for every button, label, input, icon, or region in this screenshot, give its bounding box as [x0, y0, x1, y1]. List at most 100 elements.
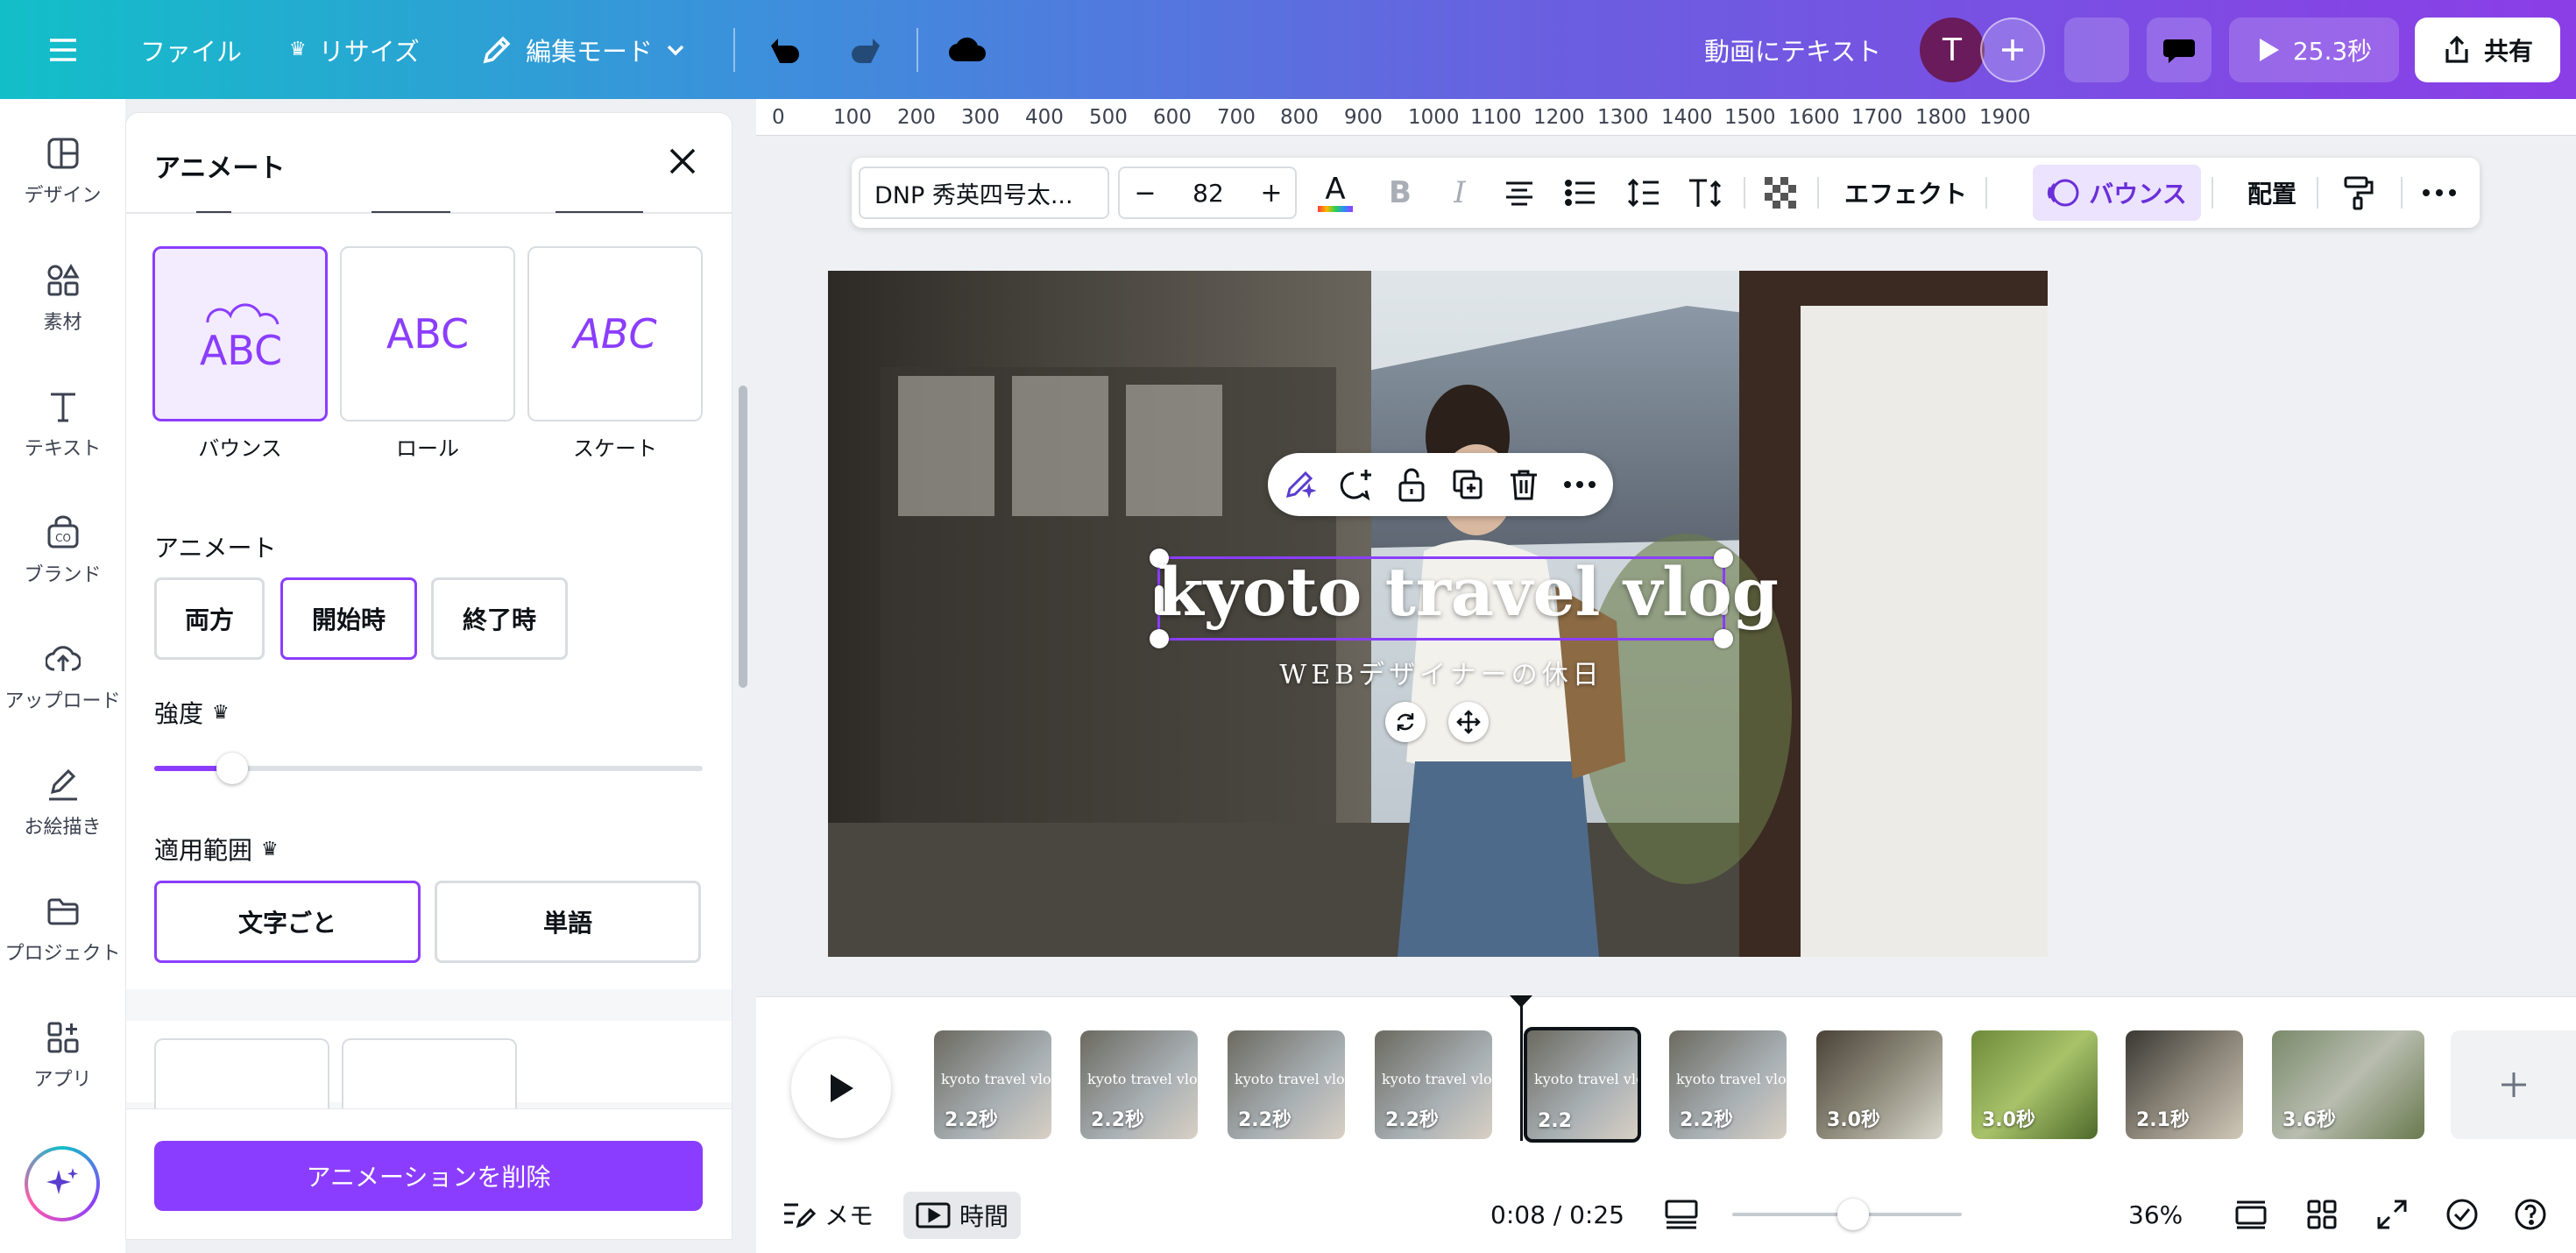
- delete-button[interactable]: [1503, 464, 1545, 506]
- fullscreen-button[interactable]: [2377, 1176, 2407, 1253]
- magic-assistant-button[interactable]: [25, 1146, 100, 1221]
- rail-item-apps[interactable]: アプリ: [0, 1020, 125, 1125]
- rail-item-elements[interactable]: 素材: [0, 263, 125, 368]
- animate-enter-button[interactable]: 開始時: [280, 577, 417, 660]
- zoom-slider[interactable]: [1732, 1199, 1962, 1230]
- page-view-toggle[interactable]: [1665, 1176, 1698, 1253]
- timeline-clip[interactable]: kyoto travel vlog 2.2秒: [1228, 1030, 1345, 1139]
- rail-label: ブランド: [24, 564, 102, 586]
- resize-menu[interactable]: ♛ リサイズ: [289, 0, 420, 99]
- canvas-subtitle-text[interactable]: WEBデザイナーの休日: [1157, 653, 1725, 691]
- scope-per-word-button[interactable]: 単語: [435, 881, 701, 963]
- rail-item-draw[interactable]: お絵描き: [0, 768, 125, 873]
- grid-view-button[interactable]: [2307, 1176, 2337, 1253]
- ruler-tick: 800: [1280, 106, 1319, 129]
- timing-button[interactable]: 時間: [903, 1192, 1022, 1239]
- pages-view-button[interactable]: [2235, 1176, 2267, 1253]
- font-family-select[interactable]: DNP 秀英四号太...: [859, 166, 1109, 219]
- redo-button[interactable]: [839, 18, 892, 82]
- comments-button[interactable]: [2147, 18, 2212, 82]
- spacing-button[interactable]: [1617, 158, 1670, 228]
- transparency-button[interactable]: [1754, 158, 1807, 228]
- style-card-roll[interactable]: ABC: [340, 246, 515, 421]
- timeline-clip[interactable]: 3.0秒: [1971, 1030, 2098, 1139]
- rail-label: デザイン: [24, 185, 102, 207]
- rail-item-brand[interactable]: CO ブランド: [0, 515, 125, 620]
- more-options-button[interactable]: [2413, 158, 2466, 228]
- close-panel-button[interactable]: [661, 139, 704, 183]
- timeline-clip[interactable]: kyoto travel vlog 2.2秒: [1375, 1030, 1492, 1139]
- text-color-button[interactable]: A: [1307, 158, 1363, 228]
- lock-button[interactable]: [1391, 464, 1433, 506]
- text-size-button[interactable]: [1679, 158, 1731, 228]
- notes-button[interactable]: メモ: [782, 1176, 874, 1253]
- timeline-clip[interactable]: 2.1秒: [2126, 1030, 2243, 1139]
- position-button[interactable]: 配置: [2224, 158, 2320, 228]
- style-card-bounce[interactable]: ABC: [152, 246, 328, 421]
- align-button[interactable]: [1493, 158, 1546, 228]
- elements-icon: [47, 264, 80, 296]
- slider-thumb[interactable]: [216, 753, 248, 784]
- duplicate-button[interactable]: [1447, 464, 1489, 506]
- timeline-clip[interactable]: 3.6秒: [2272, 1030, 2424, 1139]
- clip-duration: 2.2秒: [945, 1109, 998, 1131]
- italic-button[interactable]: I: [1433, 158, 1486, 228]
- add-comment-button[interactable]: [1334, 464, 1376, 506]
- zoom-level[interactable]: 36%: [2128, 1176, 2183, 1253]
- rail-item-text[interactable]: テキスト: [0, 389, 125, 494]
- remove-animation-button[interactable]: アニメーションを削除: [154, 1141, 703, 1211]
- panel-scrollbar-thumb[interactable]: [739, 386, 747, 688]
- timeline-clip[interactable]: 3.0秒: [1816, 1030, 1943, 1139]
- bold-button[interactable]: B: [1374, 158, 1426, 228]
- avatar[interactable]: T: [1920, 18, 1985, 82]
- timeline-clip[interactable]: kyoto travel vlog 2.2秒: [1080, 1030, 1198, 1139]
- play-preview-button[interactable]: 25.3秒: [2229, 18, 2399, 82]
- file-label: ファイル: [140, 36, 243, 67]
- file-menu[interactable]: ファイル: [140, 0, 242, 99]
- timeline-clip-selected[interactable]: kyoto travel vlog 2.2: [1524, 1027, 1641, 1143]
- option-label: 文字ごと: [237, 909, 336, 938]
- undo-button[interactable]: [759, 18, 811, 82]
- list-button[interactable]: [1554, 158, 1607, 228]
- canvas-title-text[interactable]: kyoto travel vlog: [1157, 553, 1779, 631]
- share-button[interactable]: 共有: [2415, 18, 2560, 82]
- magic-edit-button[interactable]: [1278, 464, 1320, 506]
- design-canvas[interactable]: kyoto travel vlog WEBデザイナーの休日: [828, 271, 2048, 957]
- strength-slider[interactable]: [154, 751, 703, 786]
- add-collaborator-button[interactable]: [1980, 18, 2045, 82]
- insights-button[interactable]: [2064, 18, 2129, 82]
- pencil-icon: [483, 36, 511, 63]
- timeline-clip[interactable]: kyoto travel vlog 2.2秒: [1669, 1030, 1787, 1139]
- rail-item-projects[interactable]: プロジェクト: [0, 894, 125, 999]
- save-status-button[interactable]: [941, 18, 994, 82]
- menu-button[interactable]: [37, 18, 89, 82]
- animation-button[interactable]: バウンス: [2033, 165, 2201, 221]
- playhead[interactable]: [1510, 995, 1532, 1141]
- font-size-input[interactable]: 82: [1171, 168, 1246, 217]
- ruler-tick: 500: [1089, 106, 1128, 129]
- scope-per-character-button[interactable]: 文字ごと: [154, 881, 421, 963]
- timeline-clip[interactable]: kyoto travel vlog 2.2秒: [934, 1030, 1051, 1139]
- rail-item-design[interactable]: デザイン: [0, 136, 125, 241]
- font-size-decrease-button[interactable]: −: [1120, 168, 1171, 217]
- document-title[interactable]: 動画にテキスト: [1704, 0, 1881, 99]
- resize-handle[interactable]: [1714, 629, 1733, 648]
- timeline-play-button[interactable]: [791, 1038, 891, 1138]
- animate-exit-button[interactable]: 終了時: [431, 577, 568, 660]
- add-clip-button[interactable]: [2451, 1030, 2576, 1139]
- copy-style-button[interactable]: [2332, 158, 2385, 228]
- help-button[interactable]: [2514, 1176, 2547, 1253]
- font-size-increase-button[interactable]: +: [1246, 168, 1297, 217]
- move-handle[interactable]: [1448, 702, 1489, 742]
- effects-button[interactable]: エフェクト: [1831, 158, 1980, 228]
- rail-item-uploads[interactable]: アップロード: [0, 641, 125, 747]
- rotate-handle[interactable]: [1385, 702, 1426, 742]
- resize-handle[interactable]: [1150, 629, 1169, 648]
- zoom-thumb[interactable]: [1837, 1199, 1869, 1230]
- playhead-knob[interactable]: [1510, 995, 1532, 1008]
- check-button[interactable]: [2445, 1176, 2479, 1253]
- style-card-skate[interactable]: ABC: [527, 246, 703, 421]
- animate-both-button[interactable]: 両方: [154, 577, 265, 660]
- more-button[interactable]: [1559, 464, 1601, 506]
- edit-mode-menu[interactable]: 編集モード: [480, 0, 686, 99]
